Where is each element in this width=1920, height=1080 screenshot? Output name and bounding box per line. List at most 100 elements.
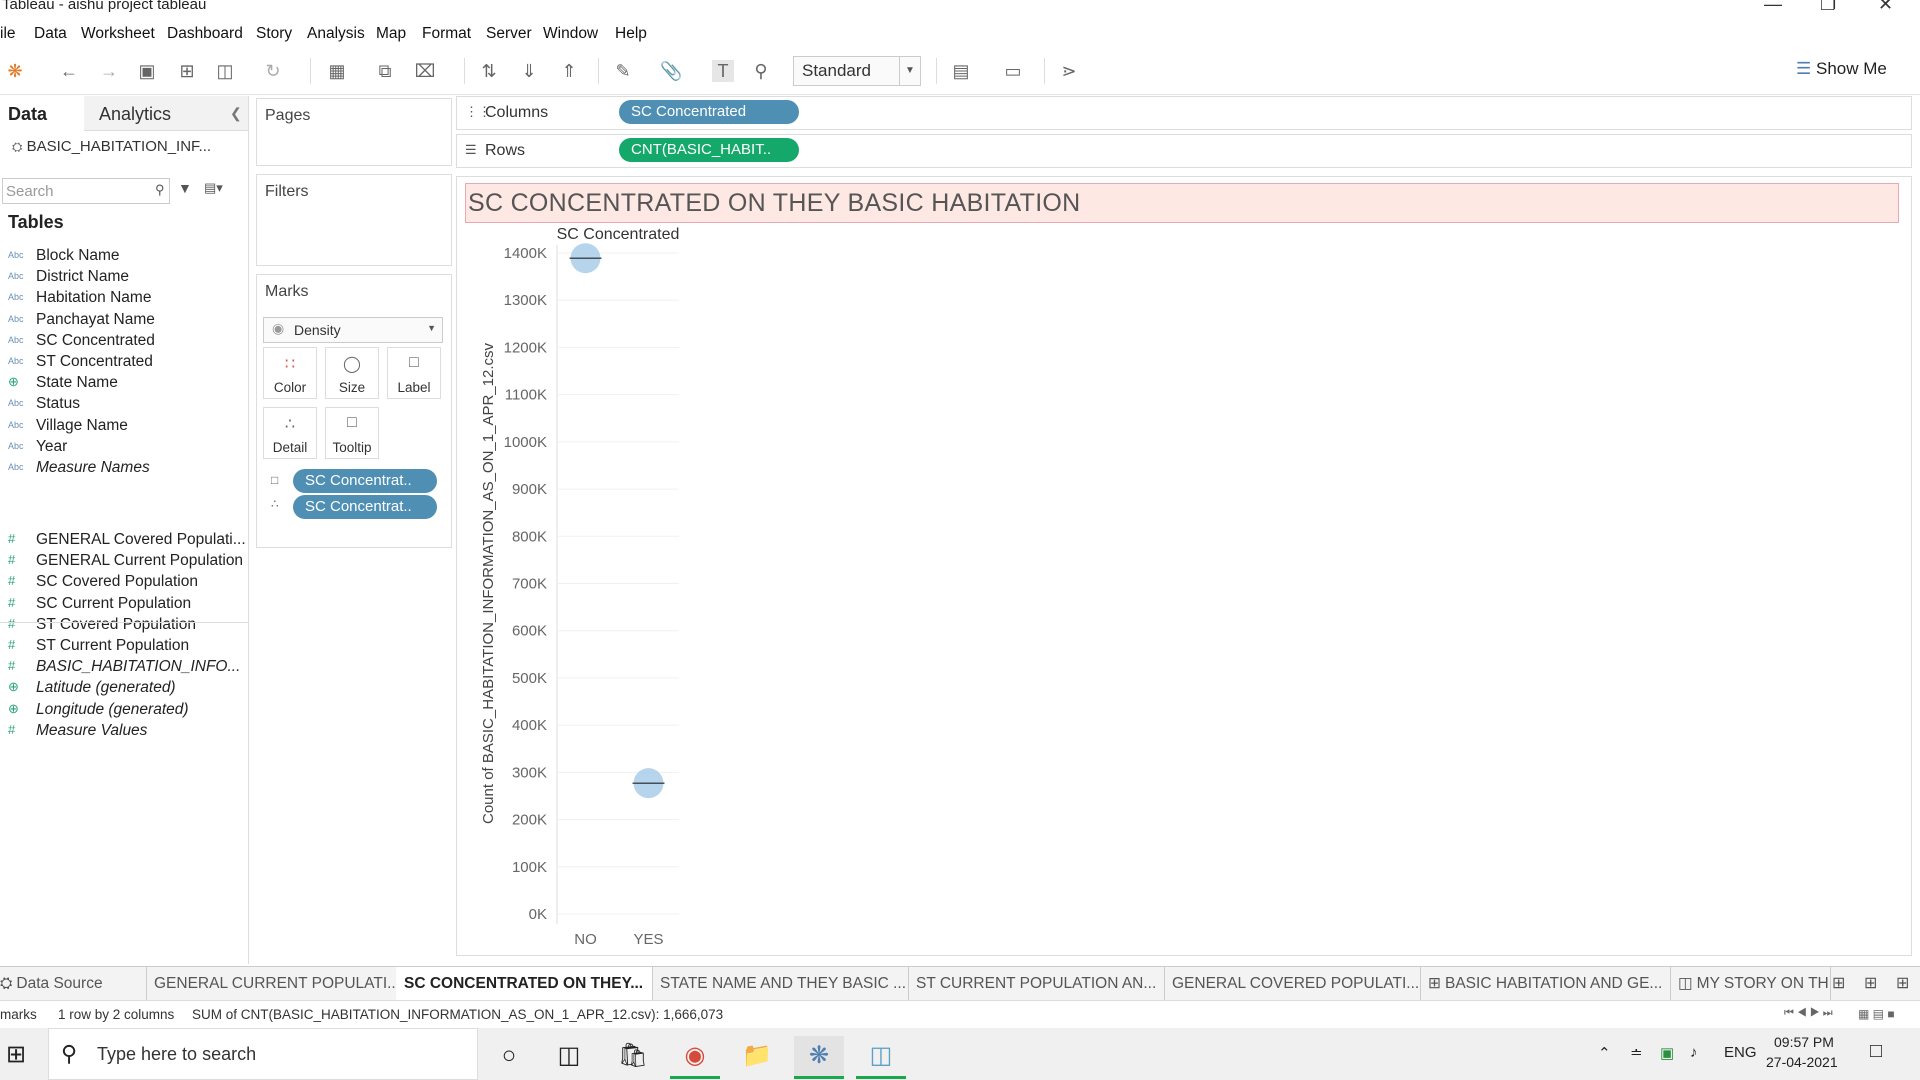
tab-dashboard[interactable]: ⊞ BASIC HABITATION AND GE... (1420, 967, 1671, 1001)
menu-story[interactable]: Story (256, 25, 292, 43)
pages-card[interactable]: Pages (256, 98, 452, 166)
measure-field[interactable]: # BASIC_HABITATION_INFO... (0, 657, 248, 679)
refresh-icon[interactable]: ↻ (262, 60, 284, 82)
redo-icon[interactable]: → (98, 60, 120, 82)
file-explorer-icon[interactable]: 📁 (732, 1036, 782, 1076)
menu-format[interactable]: Format (422, 25, 471, 43)
view-title[interactable]: SC CONCENTRATED ON THEY BASIC HABITATION (465, 183, 1899, 223)
battery-icon[interactable]: ▣ (1660, 1044, 1674, 1062)
dimension-field[interactable]: Abc Measure Names (0, 458, 248, 480)
chrome-icon[interactable]: ◉ (670, 1036, 720, 1079)
measure-field[interactable]: # Measure Values (0, 721, 248, 743)
wifi-icon[interactable]: ≐ (1630, 1044, 1643, 1062)
sort-ascending-icon[interactable]: ⇓ (518, 60, 540, 82)
measure-field[interactable]: # GENERAL Covered Populati... (0, 530, 248, 552)
show-me-button[interactable]: ☰ Show Me (1796, 59, 1887, 79)
measure-field[interactable]: # SC Covered Population (0, 572, 248, 594)
windows-start-icon[interactable]: ⊞ (6, 1040, 26, 1069)
fix-axes-icon[interactable]: ⚲ (750, 60, 772, 82)
collapse-icon[interactable]: ❮ (230, 105, 242, 122)
tab-sheet[interactable]: GENERAL COVERED POPULATI... (1164, 967, 1421, 1001)
datasource-item[interactable]: ⛭ BASIC_HABITATION_INF... (12, 138, 211, 155)
dimension-field[interactable]: Abc Habitation Name (0, 288, 248, 310)
tableau-taskbar-icon[interactable]: ❋ (794, 1036, 844, 1079)
new-datasource-icon[interactable]: ⊞ (176, 60, 198, 82)
color-button[interactable]: ∷ Color (263, 347, 317, 399)
clock-date[interactable]: 27-04-2021 (1766, 1054, 1838, 1070)
field-search-input[interactable]: Search ⚲ (2, 178, 170, 204)
presentation-mode-icon[interactable]: ▭ (1002, 60, 1024, 82)
store-icon[interactable]: 🛍 (608, 1036, 658, 1076)
language-indicator[interactable]: ENG (1724, 1044, 1757, 1061)
clock-time[interactable]: 09:57 PM (1774, 1034, 1834, 1050)
tab-sheet[interactable]: STATE NAME AND THEY BASIC ... (652, 967, 909, 1001)
new-story-tab-icon[interactable]: ⊞ (1896, 973, 1909, 993)
sort-descending-icon[interactable]: ⇑ (558, 60, 580, 82)
dimension-field[interactable]: ⊕ State Name (0, 373, 248, 395)
filter-icon[interactable]: ▼ (178, 180, 192, 196)
density-chart[interactable]: SC Concentrated 0K 100K 200K 300K 400K 500K 600… (457, 225, 1907, 945)
tab-sheet-active[interactable]: SC CONCENTRATED ON THEY... (396, 967, 653, 1001)
tooltip-button[interactable]: □ Tooltip (325, 407, 379, 459)
swap-rows-columns-icon[interactable]: ⇅ (478, 60, 500, 82)
menu-data[interactable]: Data (34, 25, 67, 43)
tab-data[interactable]: Data (8, 104, 47, 125)
dimension-field[interactable]: Abc Block Name (0, 246, 248, 268)
show-mark-labels-icon[interactable]: T (712, 60, 734, 82)
dimension-field[interactable]: Abc SC Concentrated (0, 331, 248, 353)
rows-shelf[interactable]: ☰ Rows CNT(BASIC_HABIT.. (456, 134, 1912, 168)
tableau-reader-icon[interactable]: ◫ (856, 1036, 906, 1079)
menu-worksheet[interactable]: Worksheet (81, 25, 155, 43)
chevron-up-icon[interactable]: ⌃ (1598, 1044, 1611, 1062)
menu-dashboard[interactable]: Dashboard (167, 25, 243, 43)
tab-story[interactable]: ◫ MY STORY ON THE (1670, 967, 1831, 1001)
tab-sheet[interactable]: GENERAL CURRENT POPULATI... (146, 967, 397, 1001)
group-members-icon[interactable]: 📎 (660, 60, 682, 82)
notifications-icon[interactable]: □ (1870, 1040, 1882, 1063)
highlight-icon[interactable]: ✎ (612, 60, 634, 82)
menu-help[interactable]: Help (615, 25, 647, 43)
taskbar-search-input[interactable]: ⚲ Type here to search (48, 1028, 478, 1080)
dimension-field[interactable]: Abc Village Name (0, 416, 248, 438)
dimension-field[interactable]: Abc ST Concentrated (0, 352, 248, 374)
save-icon[interactable]: ▣ (136, 60, 158, 82)
menu-map[interactable]: Map (376, 25, 406, 43)
mark-pill-detail[interactable]: SC Concentrat.. (293, 495, 437, 519)
measure-field[interactable]: # GENERAL Current Population (0, 551, 248, 573)
pause-updates-icon[interactable]: ◫ (214, 60, 236, 82)
dimension-field[interactable]: Abc Panchayat Name (0, 310, 248, 332)
new-dashboard-tab-icon[interactable]: ⊞ (1864, 973, 1877, 993)
menu-file[interactable]: ile (0, 25, 16, 43)
measure-field[interactable]: # ST Current Population (0, 636, 248, 658)
menu-window[interactable]: Window (543, 25, 598, 43)
dimension-field[interactable]: Abc Status (0, 394, 248, 416)
label-button[interactable]: □ Label (387, 347, 441, 399)
fit-dropdown[interactable]: Standard ▼ (793, 56, 921, 86)
dimension-field[interactable]: Abc District Name (0, 267, 248, 289)
filters-card[interactable]: Filters (256, 174, 452, 266)
measure-field[interactable]: ⊕ Longitude (generated) (0, 700, 248, 722)
mark-type-dropdown[interactable]: ◉ Density ▼ (263, 317, 443, 343)
cortana-icon[interactable]: ○ (484, 1036, 534, 1076)
tab-data-source[interactable]: ⛭ Data Source (0, 967, 147, 1001)
sheet-sorter-icon[interactable]: ▦ ▤ ■ (1858, 1007, 1895, 1021)
size-button[interactable]: ◯ Size (325, 347, 379, 399)
mark-pill-label[interactable]: SC Concentrat.. (293, 469, 437, 493)
tab-sheet[interactable]: ST CURRENT POPULATION AN... (908, 967, 1165, 1001)
sheet-navigation-icon[interactable]: ⏮ ◀ ▶ ⏭ (1784, 1007, 1833, 1020)
new-worksheet-tab-icon[interactable]: ⊞ (1832, 973, 1845, 993)
measure-field[interactable]: ⊕ Latitude (generated) (0, 678, 248, 700)
measure-field[interactable]: # SC Current Population (0, 594, 248, 616)
tab-analytics[interactable]: Analytics ❮ (84, 96, 248, 131)
measure-field[interactable]: # ST Covered Population (0, 615, 248, 637)
detail-button[interactable]: ∴ Detail (263, 407, 317, 459)
share-icon[interactable]: ⋗ (1058, 60, 1080, 82)
columns-pill[interactable]: SC Concentrated (619, 100, 799, 124)
new-worksheet-icon[interactable]: ▦ (326, 60, 348, 82)
columns-shelf[interactable]: ⋮⋮ Columns SC Concentrated (456, 96, 1912, 130)
duplicate-sheet-icon[interactable]: ⧉ (374, 60, 396, 82)
undo-icon[interactable]: ← (58, 60, 80, 82)
minimize-icon[interactable]: — (1764, 0, 1782, 15)
close-icon[interactable]: ✕ (1878, 0, 1893, 15)
menu-server[interactable]: Server (486, 25, 532, 43)
